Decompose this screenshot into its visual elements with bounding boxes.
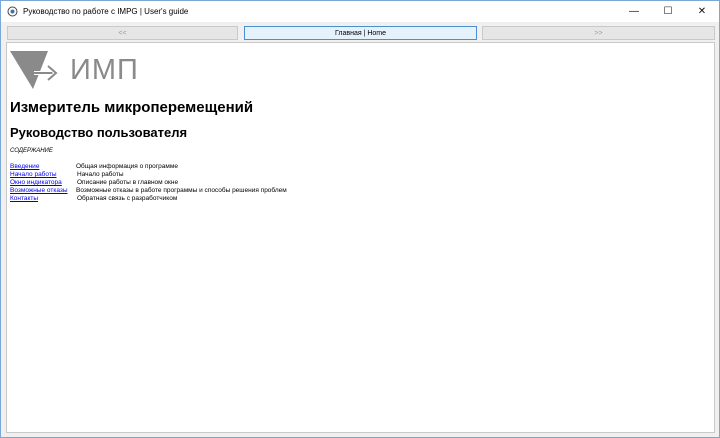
toc-row-introduction: Введение Общая информация о программе [10, 163, 287, 171]
help-app-icon [7, 6, 17, 17]
back-button[interactable]: << [7, 26, 238, 40]
help-window: Руководство по работе с IMPG | User's gu… [0, 0, 720, 438]
page-subtitle: Руководство пользователя [10, 125, 188, 140]
logo-text: ИМП [70, 53, 139, 86]
maximize-button[interactable]: ☐ [651, 1, 685, 22]
logo-arrow-icon [10, 51, 60, 89]
toc-link-indicator-window[interactable]: Окно индикатора [10, 179, 77, 187]
toc-link-getting-started[interactable]: Начало работы [10, 171, 77, 179]
title-bar[interactable]: Руководство по работе с IMPG | User's gu… [1, 1, 719, 22]
page-title: Измеритель микроперемещений [10, 99, 254, 116]
table-of-contents: Введение Общая информация о программе На… [10, 163, 287, 203]
toc-desc-contacts: Обратная связь с разработчиком [77, 195, 178, 203]
toc-desc-introduction: Общая информация о программе [76, 163, 178, 170]
toc-desc-getting-started: Начало работы [77, 171, 124, 179]
window-controls: — ☐ ✕ [617, 1, 719, 22]
toc-link-introduction[interactable]: Введение [10, 163, 76, 171]
logo: ИМП [10, 47, 160, 93]
toc-link-possible-failures[interactable]: Возможные отказы [10, 187, 76, 195]
help-content: ИМП Измеритель микроперемещений Руководс… [6, 42, 715, 433]
contents-label: СОДЕРЖАНИЕ [10, 148, 53, 154]
forward-button[interactable]: >> [482, 26, 715, 40]
app-icon[interactable] [6, 6, 18, 18]
home-button[interactable]: Главная | Home [244, 26, 477, 40]
close-button[interactable]: ✕ [685, 1, 719, 22]
window-title: Руководство по работе с IMPG | User's gu… [23, 7, 189, 16]
toc-row-getting-started: Начало работы Начало работы [10, 171, 287, 179]
toc-link-contacts[interactable]: Контакты [10, 195, 77, 203]
toc-row-contacts: Контакты Обратная связь с разработчиком [10, 195, 287, 203]
minimize-button[interactable]: — [617, 1, 651, 22]
navigation-bar: << Главная | Home >> [1, 22, 719, 42]
